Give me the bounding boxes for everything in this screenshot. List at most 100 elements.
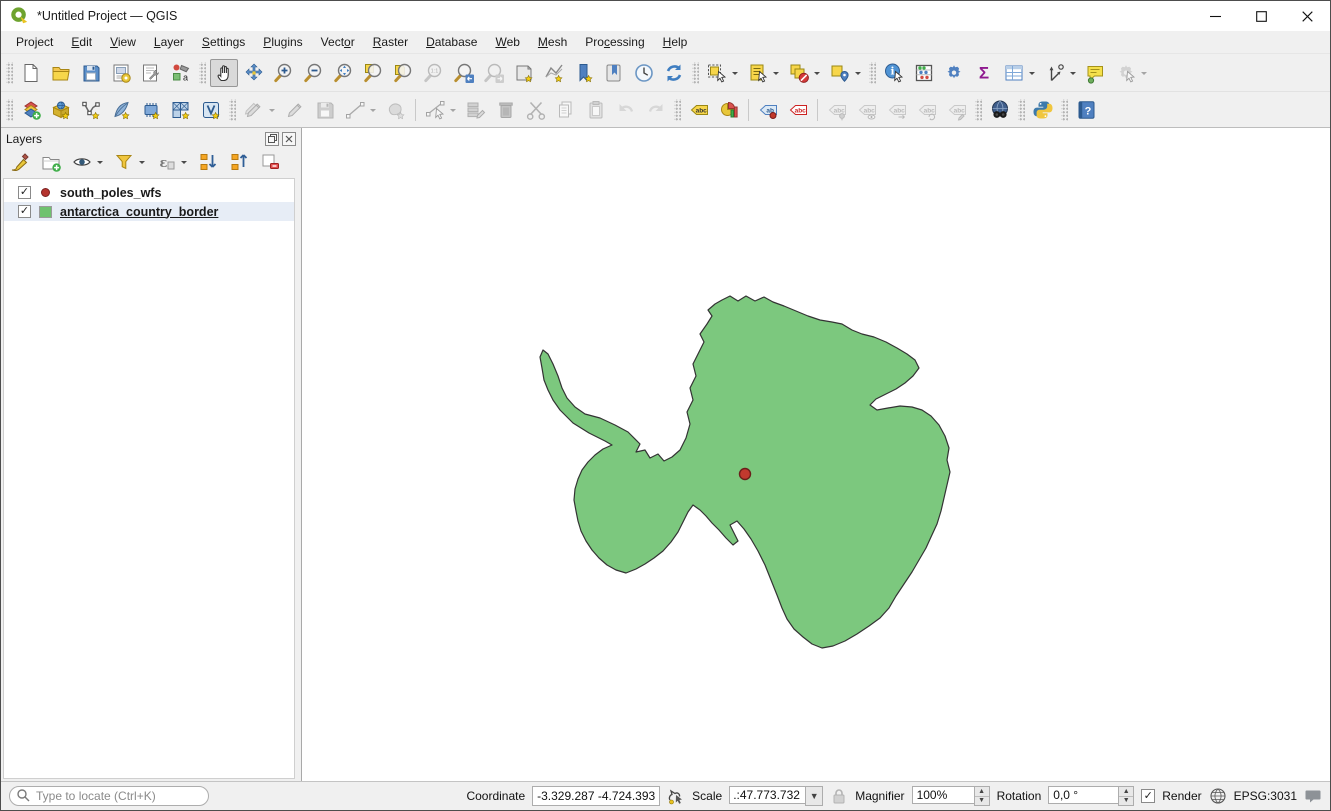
- new-3d-map-view-button[interactable]: [540, 59, 568, 87]
- menu-help[interactable]: Help: [654, 31, 697, 53]
- panel-float-button[interactable]: [265, 132, 279, 146]
- select-features-dropdown[interactable]: [732, 72, 738, 78]
- menu-project[interactable]: Project: [7, 31, 62, 53]
- rotation-spinbox[interactable]: ▲▼: [1048, 786, 1134, 806]
- layer-visibility-checkbox[interactable]: ✓: [18, 186, 31, 199]
- deselect-features-button[interactable]: [785, 59, 824, 87]
- layer-diagram-options-button[interactable]: [715, 96, 743, 124]
- new-spatial-bookmark-button[interactable]: [570, 59, 598, 87]
- toolbar-grip[interactable]: [1018, 99, 1025, 121]
- identify-features-button[interactable]: i: [880, 59, 908, 87]
- python-console-button[interactable]: [1029, 96, 1057, 124]
- map-tips-button[interactable]: [1082, 59, 1110, 87]
- toolbar-grip[interactable]: [975, 99, 982, 121]
- toolbar-grip[interactable]: [229, 99, 236, 121]
- panel-close-button[interactable]: [282, 132, 296, 146]
- new-geopackage-layer-button[interactable]: [47, 96, 75, 124]
- menu-plugins[interactable]: Plugins: [254, 31, 311, 53]
- toolbar-grip[interactable]: [199, 62, 206, 84]
- deselect-features-dropdown[interactable]: [814, 72, 820, 78]
- open-attribute-table-dropdown[interactable]: [1029, 72, 1035, 78]
- data-source-manager-button[interactable]: [17, 96, 45, 124]
- help-button[interactable]: ?: [1072, 96, 1100, 124]
- toolbar-grip[interactable]: [674, 99, 681, 121]
- scale-input[interactable]: [729, 786, 805, 804]
- expand-all-button[interactable]: [194, 148, 222, 176]
- refresh-button[interactable]: [660, 59, 688, 87]
- menu-web[interactable]: Web: [486, 31, 528, 53]
- filter-legend-by-expression-dropdown[interactable]: [181, 161, 187, 167]
- menu-raster[interactable]: Raster: [364, 31, 417, 53]
- pan-map-button[interactable]: [210, 59, 238, 87]
- toolbar-grip[interactable]: [6, 62, 13, 84]
- style-manager-button[interactable]: a: [167, 59, 195, 87]
- zoom-full-button[interactable]: [330, 59, 358, 87]
- zoom-to-selection-button[interactable]: [360, 59, 388, 87]
- render-checkbox[interactable]: ✓: [1141, 789, 1155, 803]
- manage-map-themes-dropdown[interactable]: [97, 161, 103, 167]
- filter-legend-by-expression-button[interactable]: ε: [152, 148, 191, 176]
- zoom-in-button[interactable]: [270, 59, 298, 87]
- run-feature-action-dropdown[interactable]: [1141, 72, 1147, 78]
- filter-legend-dropdown[interactable]: [139, 161, 145, 167]
- scale-dropdown-icon[interactable]: ▼: [805, 786, 823, 806]
- new-temporary-scratch-layer-button[interactable]: [137, 96, 165, 124]
- layer-row[interactable]: ✓antarctica_country_border: [4, 202, 294, 221]
- maximize-button[interactable]: [1238, 1, 1284, 31]
- toolbar-grip[interactable]: [6, 99, 13, 121]
- title-bar[interactable]: *Untitled Project — QGIS: [1, 1, 1330, 31]
- zoom-to-layer-button[interactable]: [390, 59, 418, 87]
- select-features-by-value-dropdown[interactable]: [773, 72, 779, 78]
- select-features-by-value-button[interactable]: [744, 59, 783, 87]
- pan-map-to-selection-button[interactable]: [240, 59, 268, 87]
- toggle-unplaced-labels-display-button[interactable]: abc: [784, 96, 812, 124]
- layer-row[interactable]: ✓south_poles_wfs: [4, 183, 294, 202]
- menu-database[interactable]: Database: [417, 31, 486, 53]
- messages-icon[interactable]: [1304, 787, 1322, 805]
- show-layout-manager-button[interactable]: [137, 59, 165, 87]
- close-button[interactable]: [1284, 1, 1330, 31]
- new-print-layout-button[interactable]: [107, 59, 135, 87]
- current-edits-dropdown[interactable]: [269, 109, 275, 115]
- processing-toolbox-button[interactable]: [940, 59, 968, 87]
- open-project-button[interactable]: [47, 59, 75, 87]
- select-by-location-dropdown[interactable]: [855, 72, 861, 78]
- remove-layer-group-button[interactable]: [256, 148, 284, 176]
- layer-labeling-options-button[interactable]: abc: [685, 96, 713, 124]
- new-spatialite-layer-button[interactable]: [107, 96, 135, 124]
- rotation-stepper[interactable]: ▲▼: [1118, 786, 1134, 806]
- menu-processing[interactable]: Processing: [576, 31, 653, 53]
- filter-legend-button[interactable]: [110, 148, 149, 176]
- coordinate-input[interactable]: [532, 786, 660, 806]
- select-by-location-button[interactable]: [826, 59, 865, 87]
- toolbar-grip[interactable]: [1061, 99, 1068, 121]
- menu-view[interactable]: View: [101, 31, 145, 53]
- magnifier-lock-icon[interactable]: [830, 787, 848, 805]
- measure-line-button[interactable]: [1041, 59, 1080, 87]
- menu-mesh[interactable]: Mesh: [529, 31, 576, 53]
- rotation-input[interactable]: [1048, 786, 1118, 804]
- layer-visibility-checkbox[interactable]: ✓: [18, 205, 31, 218]
- toolbar-grip[interactable]: [692, 62, 699, 84]
- menu-vector[interactable]: Vector: [312, 31, 364, 53]
- temporal-controller-button[interactable]: [630, 59, 658, 87]
- crs-globe-icon[interactable]: [1209, 787, 1227, 805]
- zoom-out-button[interactable]: [300, 59, 328, 87]
- toolbar-grip[interactable]: [869, 62, 876, 84]
- metasearch-button[interactable]: [986, 96, 1014, 124]
- extents-toggle-icon[interactable]: [667, 787, 685, 805]
- select-features-button[interactable]: [703, 59, 742, 87]
- new-mesh-layer-button[interactable]: [167, 96, 195, 124]
- scale-combo[interactable]: ▼: [729, 786, 823, 806]
- locator-box[interactable]: [9, 786, 209, 806]
- digitize-with-segment-dropdown[interactable]: [370, 109, 376, 115]
- measure-line-dropdown[interactable]: [1070, 72, 1076, 78]
- crs-label[interactable]: EPSG:3031: [1234, 789, 1297, 803]
- collapse-all-button[interactable]: [225, 148, 253, 176]
- add-group-button[interactable]: [37, 148, 65, 176]
- manage-map-themes-button[interactable]: [68, 148, 107, 176]
- menu-layer[interactable]: Layer: [145, 31, 193, 53]
- menu-settings[interactable]: Settings: [193, 31, 254, 53]
- new-project-button[interactable]: [17, 59, 45, 87]
- magnifier-input[interactable]: [912, 786, 974, 804]
